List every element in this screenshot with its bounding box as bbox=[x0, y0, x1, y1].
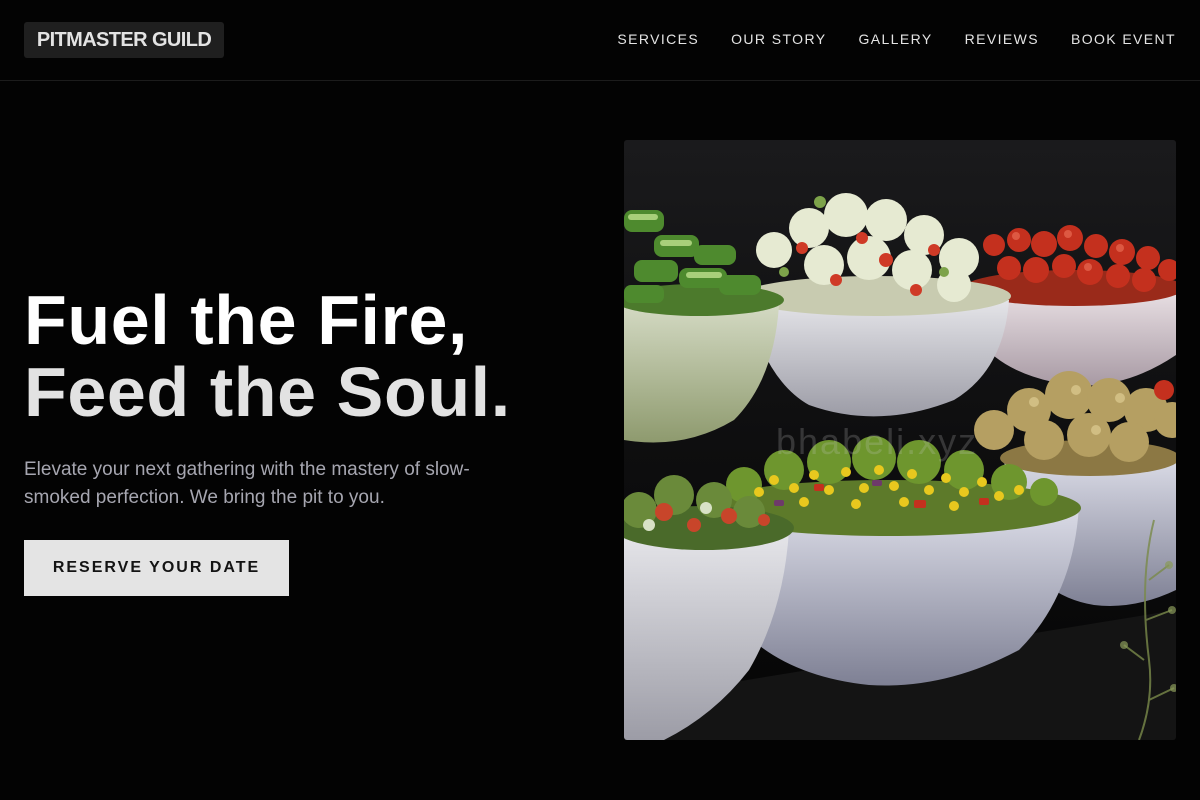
hero-text: Fuel the Fire, Feed the Soul. Elevate yo… bbox=[24, 284, 584, 512]
nav-link-our-story[interactable]: OUR STORY bbox=[731, 31, 826, 47]
nav-links: SERVICES OUR STORY GALLERY REVIEWS BOOK … bbox=[617, 31, 1176, 47]
hero-headline-line2: Feed the Soul. bbox=[24, 353, 511, 431]
navbar: PITMASTER GUILD SERVICES OUR STORY GALLE… bbox=[0, 0, 1200, 81]
nav-link-book-event[interactable]: BOOK EVENT bbox=[1071, 31, 1176, 47]
hero-image-salad-bowls: bhabeli.xyz bbox=[624, 140, 1176, 740]
hero-headline-line1: Fuel the Fire, bbox=[24, 281, 469, 359]
reserve-date-button[interactable]: RESERVE YOUR DATE bbox=[24, 540, 289, 596]
brand-logo[interactable]: PITMASTER GUILD bbox=[24, 22, 224, 58]
image-watermark: bhabeli.xyz bbox=[776, 421, 979, 462]
nav-link-reviews[interactable]: REVIEWS bbox=[965, 31, 1039, 47]
hero-headline: Fuel the Fire, Feed the Soul. bbox=[24, 284, 584, 428]
nav-link-gallery[interactable]: GALLERY bbox=[858, 31, 932, 47]
nav-link-services[interactable]: SERVICES bbox=[617, 31, 699, 47]
hero-subtext: Elevate your next gathering with the mas… bbox=[24, 459, 470, 508]
